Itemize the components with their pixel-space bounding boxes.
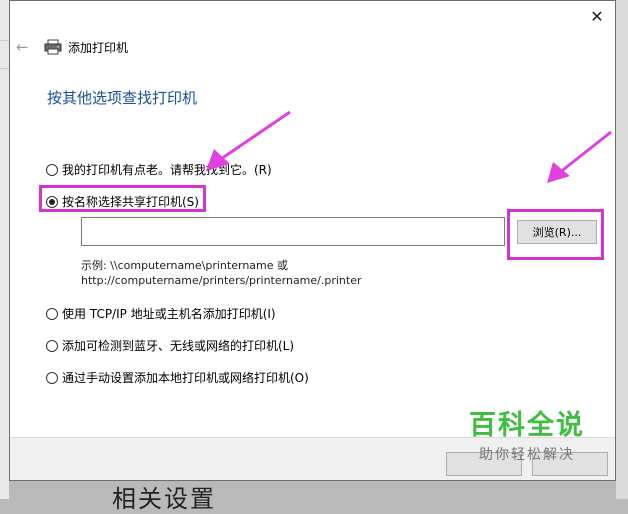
option-bluetooth-wireless-label: 添加可检测到蓝牙、无线或网络的打印机(L) <box>62 339 295 353</box>
background-related-settings-text: 相关设置 <box>112 485 216 513</box>
example-line-2: http://computername/printers/printername… <box>81 274 362 287</box>
highlight-box-shared-option <box>39 185 206 212</box>
background-window-right <box>616 0 628 499</box>
option-tcp-ip[interactable]: 使用 TCP/IP 地址或主机名添加打印机(I) <box>46 305 276 322</box>
dialog-title: 添加打印机 <box>68 40 129 55</box>
radio-tcp-ip[interactable] <box>46 307 58 320</box>
printer-icon <box>44 39 62 55</box>
annotation-arrow-left <box>206 110 291 171</box>
option-manual-local[interactable]: 通过手动设置添加本地打印机或网络打印机(O) <box>46 369 309 386</box>
close-icon: ✕ <box>590 6 604 26</box>
annotation-arrow-right <box>547 130 612 183</box>
background-divider <box>0 40 9 41</box>
example-line-1: 示例: \\computername\printername 或 <box>81 259 289 272</box>
background-divider <box>0 68 9 69</box>
option-bluetooth-wireless[interactable]: 添加可检测到蓝牙、无线或网络的打印机(L) <box>46 337 294 354</box>
watermark: 百科全说 助你轻松解决 <box>462 410 592 464</box>
radio-bluetooth-wireless[interactable] <box>46 339 58 352</box>
background-window-left <box>0 0 9 499</box>
dialog-header: ← 添加打印机 <box>16 37 128 57</box>
option-manual-local-label: 通过手动设置添加本地打印机或网络打印机(O) <box>62 371 309 385</box>
back-arrow-icon[interactable]: ← <box>16 38 32 56</box>
page-heading: 按其他选项查找打印机 <box>47 89 198 107</box>
watermark-subtitle: 助你轻松解决 <box>479 447 575 463</box>
add-printer-dialog: ✕ ← 添加打印机 按其他选项查找打印机 我的打印机有点老。请帮我找到它。(R)… <box>9 0 616 481</box>
option-tcp-ip-label: 使用 TCP/IP 地址或主机名添加打印机(I) <box>62 307 276 321</box>
radio-manual-local[interactable] <box>46 371 58 384</box>
watermark-title: 百科全说 <box>469 410 585 441</box>
radio-old-printer[interactable] <box>46 163 58 176</box>
highlight-box-browse <box>507 209 604 260</box>
close-button[interactable]: ✕ <box>585 5 609 27</box>
printer-name-input[interactable] <box>81 217 505 246</box>
